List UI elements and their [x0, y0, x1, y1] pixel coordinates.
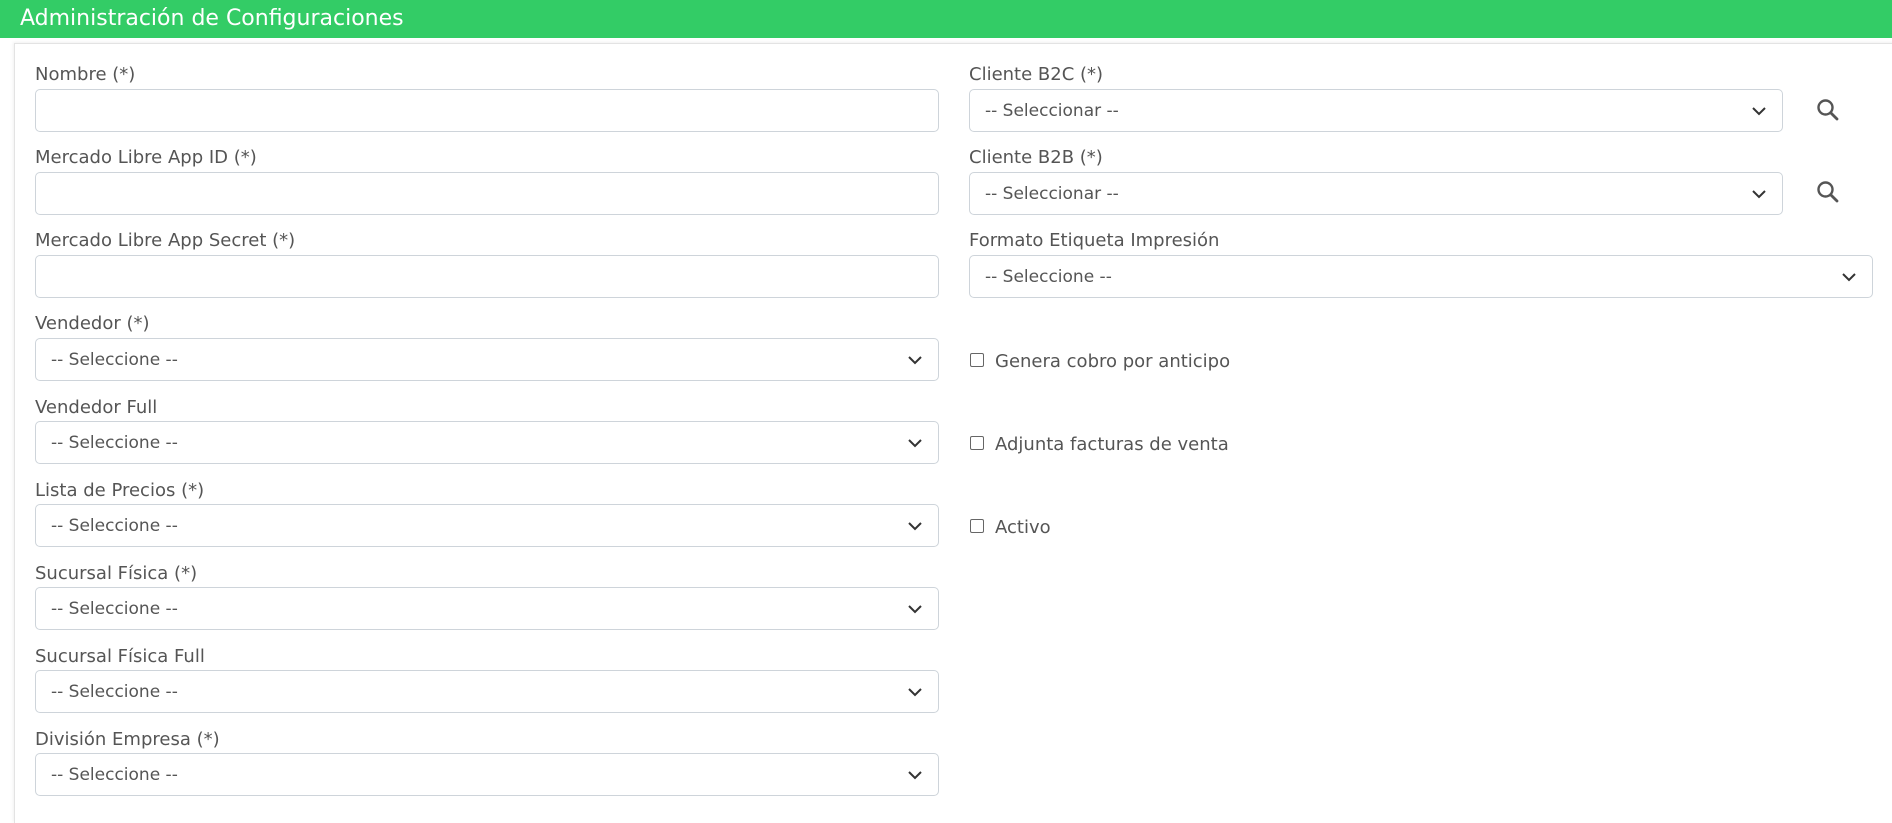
vendedor-full-label: Vendedor Full	[35, 397, 158, 418]
nombre-label: Nombre (*)	[35, 64, 136, 85]
chevron-down-icon	[1842, 273, 1856, 282]
cliente-b2c-select[interactable]: -- Seleccionar --	[969, 89, 1783, 132]
formato-etiqueta-selected-value: -- Seleccione --	[985, 267, 1112, 287]
app-id-input[interactable]	[35, 172, 939, 215]
sucursal-fisica-full-label: Sucursal Física Full	[35, 646, 205, 667]
division-empresa-select[interactable]: -- Seleccione --	[35, 753, 939, 796]
sucursal-fisica-full-selected-value: -- Seleccione --	[51, 682, 178, 702]
cliente-b2b-select[interactable]: -- Seleccionar --	[969, 172, 1783, 215]
app-secret-input[interactable]	[35, 255, 939, 298]
nombre-input[interactable]	[35, 89, 939, 132]
adjunta-facturas-label: Adjunta facturas de venta	[995, 434, 1229, 455]
adjunta-facturas-checkbox[interactable]	[970, 436, 984, 450]
division-empresa-label: División Empresa (*)	[35, 729, 220, 750]
chevron-down-icon	[908, 522, 922, 531]
search-icon[interactable]	[1813, 177, 1843, 207]
chevron-down-icon	[1752, 107, 1766, 116]
chevron-down-icon	[908, 439, 922, 448]
chevron-down-icon	[1752, 190, 1766, 199]
activo-label: Activo	[995, 517, 1051, 538]
chevron-down-icon	[908, 688, 922, 697]
search-icon[interactable]	[1813, 95, 1843, 125]
genera-cobro-checkbox[interactable]	[970, 353, 984, 367]
lista-precios-label: Lista de Precios (*)	[35, 480, 205, 501]
chevron-down-icon	[908, 605, 922, 614]
genera-cobro-label: Genera cobro por anticipo	[995, 351, 1231, 372]
vendedor-selected-value: -- Seleccione --	[51, 350, 178, 370]
vendedor-full-select[interactable]: -- Seleccione --	[35, 421, 939, 464]
app-id-label: Mercado Libre App ID (*)	[35, 147, 257, 168]
sucursal-fisica-selected-value: -- Seleccione --	[51, 599, 178, 619]
division-empresa-selected-value: -- Seleccione --	[51, 765, 178, 785]
vendedor-select[interactable]: -- Seleccione --	[35, 338, 939, 381]
sucursal-fisica-select[interactable]: -- Seleccione --	[35, 587, 939, 630]
cliente-b2b-selected-value: -- Seleccionar --	[985, 184, 1119, 204]
lista-precios-selected-value: -- Seleccione --	[51, 516, 178, 536]
vendedor-label: Vendedor (*)	[35, 313, 150, 334]
vendedor-full-selected-value: -- Seleccione --	[51, 433, 178, 453]
sucursal-fisica-full-select[interactable]: -- Seleccione --	[35, 670, 939, 713]
page-header: Administración de Configuraciones	[0, 0, 1892, 38]
lista-precios-select[interactable]: -- Seleccione --	[35, 504, 939, 547]
cliente-b2c-selected-value: -- Seleccionar --	[985, 101, 1119, 121]
app-secret-label: Mercado Libre App Secret (*)	[35, 230, 296, 251]
chevron-down-icon	[908, 771, 922, 780]
formato-etiqueta-label: Formato Etiqueta Impresión	[969, 230, 1220, 251]
cliente-b2c-label: Cliente B2C (*)	[969, 64, 1104, 85]
formato-etiqueta-select[interactable]: -- Seleccione --	[969, 255, 1873, 298]
chevron-down-icon	[908, 356, 922, 365]
sucursal-fisica-label: Sucursal Física (*)	[35, 563, 198, 584]
activo-checkbox[interactable]	[970, 519, 984, 533]
cliente-b2b-label: Cliente B2B (*)	[969, 147, 1103, 168]
page-title: Administración de Configuraciones	[20, 6, 404, 31]
